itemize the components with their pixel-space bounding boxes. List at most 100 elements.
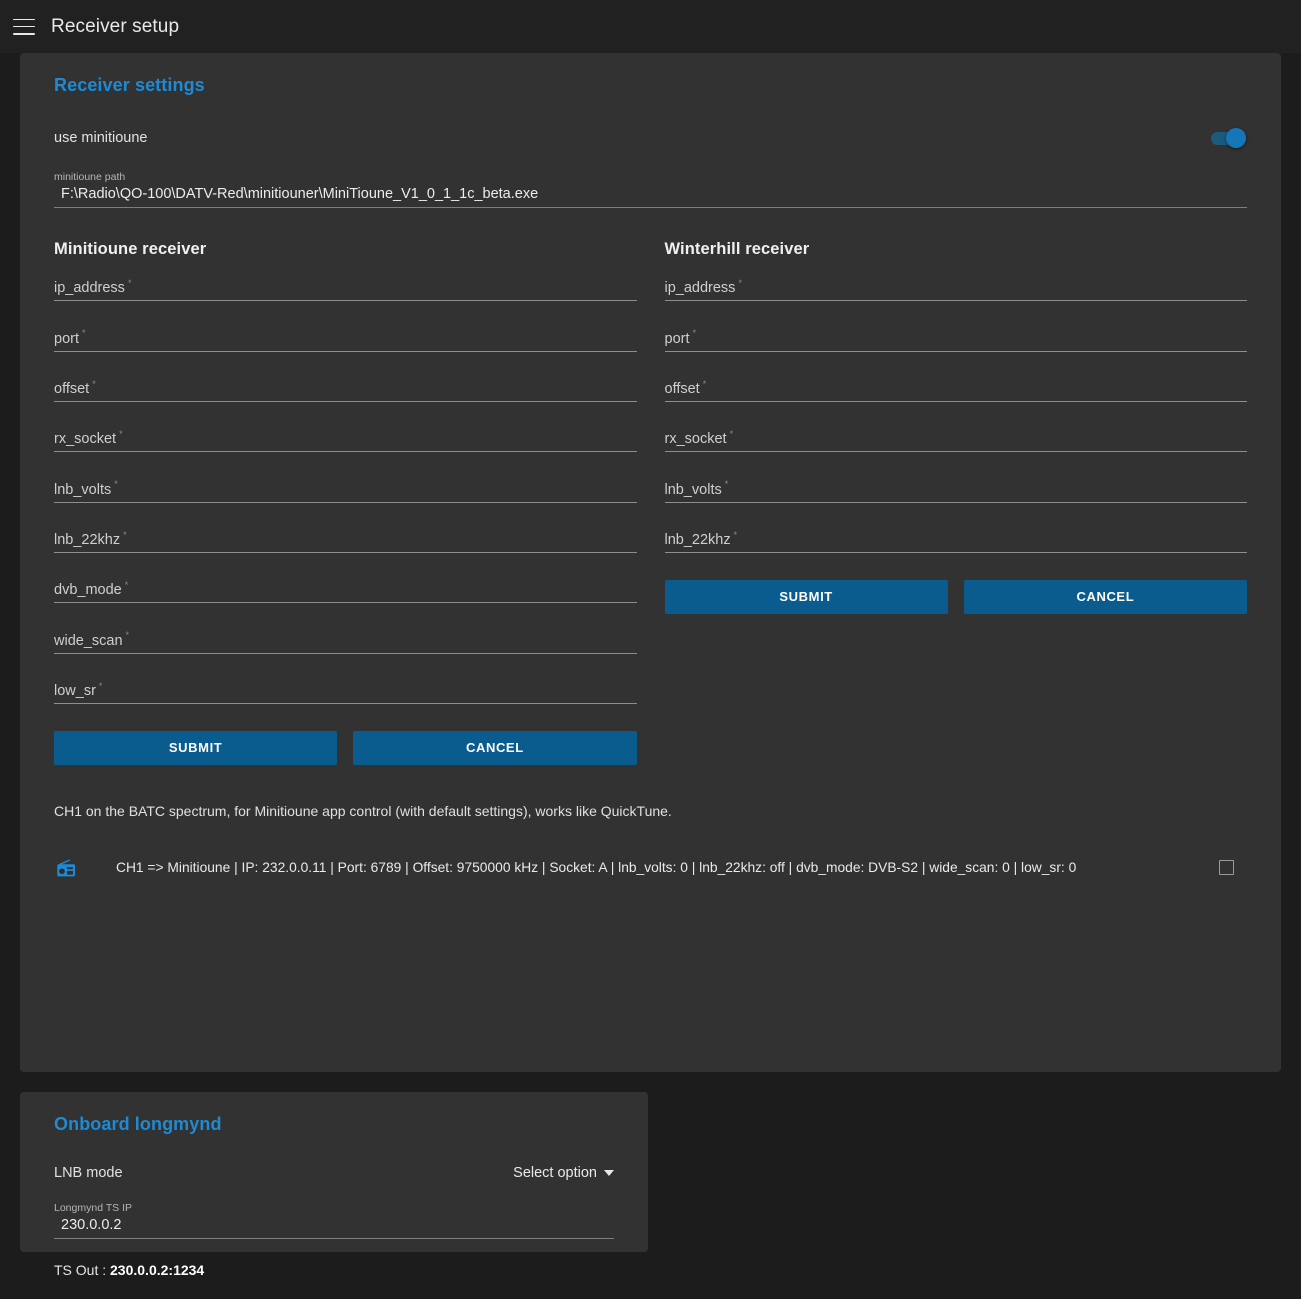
longmynd-ts-ip-value[interactable]: 230.0.0.2	[54, 1216, 614, 1235]
minitioune-receiver-column: Minitioune receiver ip_address * port * of…	[54, 240, 637, 765]
use-minitioune-toggle[interactable]	[1211, 128, 1247, 148]
radio-icon	[57, 859, 75, 877]
required-marker: *	[692, 328, 697, 339]
channel-select-checkbox[interactable]	[1219, 860, 1234, 876]
field-label: rx_socket	[664, 431, 727, 448]
page-title: Receiver setup	[51, 15, 180, 37]
required-marker: *	[82, 328, 86, 339]
field-underline	[54, 400, 637, 402]
field-underline	[664, 300, 1247, 302]
field-underline	[54, 501, 637, 503]
minitioune-button-row: SUBMIT CANCEL	[54, 730, 637, 765]
field-label: offset	[54, 380, 90, 397]
quicktune-note: CH1 on the BATC spectrum, for Minitioune…	[54, 802, 672, 819]
field-underline	[54, 702, 637, 704]
minitioune-rx-socket-input[interactable]: rx_socket *	[54, 428, 637, 453]
winterhill-button-row: SUBMIT CANCEL	[664, 579, 1247, 614]
winterhill-submit-button[interactable]: SUBMIT	[664, 579, 948, 614]
winterhill-ip-address-input[interactable]: ip_address *	[664, 278, 1247, 302]
field-underline	[54, 350, 637, 352]
field-label: offset	[664, 380, 700, 397]
minitioune-path-label: minitioune path	[54, 171, 126, 183]
field-underline	[54, 551, 637, 553]
required-marker: *	[92, 378, 96, 389]
field-label: ip_address	[664, 280, 736, 297]
use-minitioune-row: use minitioune	[34, 126, 1267, 150]
field-underline	[54, 300, 637, 302]
field-underline	[54, 602, 637, 604]
use-minitioune-label: use minitioune	[54, 130, 148, 146]
receiver-settings-title: Receiver settings	[54, 75, 205, 95]
page-body: Receiver settings use minitioune minitio…	[0, 53, 1301, 1299]
longmynd-ts-ip-field[interactable]: Longmynd TS IP 230.0.0.2	[34, 1202, 634, 1239]
winterhill-lnb-volts-input[interactable]: lnb_volts *	[664, 479, 1247, 503]
toggle-knob	[1226, 128, 1246, 148]
minitioune-wide-scan-input[interactable]: wide_scan *	[54, 630, 637, 654]
field-label: wide_scan	[54, 632, 123, 649]
minitioune-port-input[interactable]: port *	[54, 328, 637, 352]
minitioune-path-underline	[54, 207, 1247, 208]
minitioune-path-value[interactable]: F:\Radio\QO-100\DATV-Red\minitiouner\Min…	[54, 185, 1247, 204]
app-bar: Receiver setup	[0, 0, 1301, 53]
minitioune-lnb-volts-input[interactable]: lnb_volts *	[54, 479, 637, 503]
winterhill-rx-socket-input[interactable]: rx_socket *	[664, 428, 1247, 453]
ts-out-value: 230.0.0.2:1234	[110, 1262, 205, 1278]
required-marker: *	[123, 529, 127, 540]
field-label: low_sr	[54, 682, 96, 699]
winterhill-port-input[interactable]: port *	[664, 328, 1247, 352]
field-underline	[664, 400, 1247, 402]
field-label: lnb_22khz	[54, 531, 121, 548]
receiver-settings-card: Receiver settings use minitioune minitio…	[20, 53, 1281, 1072]
lnb-mode-row: LNB mode Select option	[34, 1165, 634, 1181]
field-label: lnb_volts	[664, 481, 722, 498]
field-underline	[54, 451, 637, 453]
minitioune-path-field[interactable]: minitioune path F:\Radio\QO-100\DATV-Red…	[34, 171, 1267, 208]
lnb-mode-selected-value: Select option	[513, 1165, 597, 1181]
winterhill-offset-input[interactable]: offset *	[664, 378, 1247, 402]
field-label: lnb_volts	[54, 481, 112, 498]
required-marker: *	[124, 579, 129, 590]
required-marker: *	[98, 680, 103, 691]
field-underline	[664, 501, 1247, 503]
field-label: lnb_22khz	[664, 531, 731, 548]
field-label: port	[664, 330, 690, 347]
required-marker: *	[114, 479, 118, 490]
field-label: rx_socket	[54, 431, 117, 448]
winterhill-lnb-22khz-input[interactable]: lnb_22khz *	[664, 530, 1247, 553]
channel-row: CH1 => Minitioune | IP: 232.0.0.11 | Por…	[34, 855, 1267, 881]
field-underline	[54, 652, 637, 654]
required-marker: *	[125, 630, 130, 641]
required-marker: *	[724, 479, 729, 490]
minitioune-lnb-22khz-input[interactable]: lnb_22khz *	[54, 530, 637, 553]
field-underline	[664, 551, 1247, 553]
onboard-longmynd-title: Onboard longmynd	[54, 1114, 222, 1134]
field-underline	[664, 350, 1247, 352]
channel-description: CH1 => Minitioune | IP: 232.0.0.11 | Por…	[116, 860, 1077, 876]
longmynd-ts-ip-label: Longmynd TS IP	[54, 1202, 133, 1214]
onboard-longmynd-card: Onboard longmynd LNB mode Select option …	[20, 1092, 648, 1278]
field-label: ip_address	[54, 280, 125, 297]
required-marker: *	[729, 428, 734, 439]
required-marker: *	[127, 278, 132, 288]
chevron-down-icon	[604, 1170, 614, 1176]
required-marker: *	[738, 278, 742, 288]
minitioune-offset-input[interactable]: offset *	[54, 379, 637, 402]
minitioune-dvb-mode-input[interactable]: dvb_mode *	[54, 579, 637, 604]
winterhill-receiver-column: Winterhill receiver ip_address * port * of…	[664, 240, 1247, 765]
minitioune-low-sr-input[interactable]: low_sr *	[54, 681, 637, 704]
longmynd-ts-ip-underline	[54, 1238, 614, 1239]
required-marker: *	[119, 428, 123, 439]
lnb-mode-select[interactable]: Select option	[513, 1165, 614, 1181]
winterhill-cancel-button[interactable]: CANCEL	[963, 579, 1247, 614]
ts-out-label: TS Out :	[54, 1262, 111, 1278]
field-label: dvb_mode	[54, 582, 122, 599]
minitioune-submit-button[interactable]: SUBMIT	[54, 730, 338, 765]
field-underline	[664, 451, 1247, 453]
winterhill-receiver-heading: Winterhill receiver	[664, 240, 810, 258]
hamburger-menu-icon[interactable]	[13, 18, 35, 35]
minitioune-ip-address-input[interactable]: ip_address *	[54, 278, 637, 302]
ts-out-row: TS Out : 230.0.0.2:1234	[34, 1262, 634, 1278]
lnb-mode-label: LNB mode	[54, 1165, 123, 1181]
minitioune-cancel-button[interactable]: CANCEL	[353, 730, 637, 765]
required-marker: *	[702, 378, 707, 389]
